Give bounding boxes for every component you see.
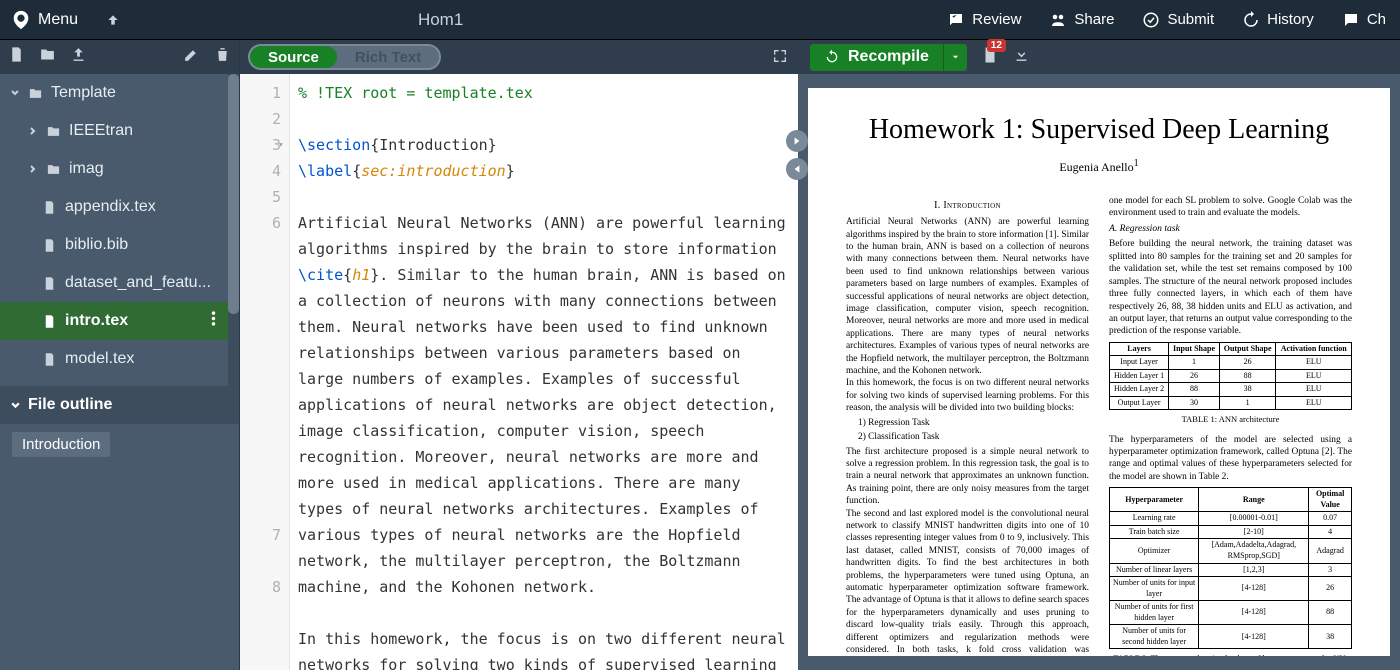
file-appendix[interactable]: appendix.tex	[0, 188, 239, 226]
submit-button[interactable]: Submit	[1128, 0, 1228, 39]
pdf-pane: Recompile 12 Homework 1: Supervised Deep…	[798, 40, 1400, 670]
chat-button[interactable]: Ch	[1328, 0, 1400, 39]
pdf-title: Homework 1: Supervised Deep Learning	[846, 114, 1352, 146]
pdf-table-1: LayersInput ShapeOutput ShapeActivation …	[1109, 342, 1352, 411]
expand-editor-icon[interactable]	[772, 48, 788, 69]
collapse-right-icon[interactable]	[786, 130, 808, 152]
file-outline-header[interactable]: File outline	[0, 386, 239, 424]
top-actions: Review Share Submit History Ch	[933, 0, 1400, 39]
share-button[interactable]: Share	[1035, 0, 1128, 39]
split-handle[interactable]	[786, 130, 808, 180]
left-sidebar: Template IEEEtran imag appendix.tex bibl…	[0, 40, 240, 670]
outline-body: Introduction	[0, 424, 239, 670]
project-title[interactable]: Hom1	[128, 10, 933, 30]
file-intro-active[interactable]: intro.tex	[0, 302, 239, 340]
editor-pane: Source Rich Text 1 2 3 4 5 6 7 8 9 10	[240, 40, 798, 670]
chat-label: Ch	[1367, 11, 1386, 28]
back-to-projects-icon[interactable]	[98, 13, 128, 27]
file-biblio[interactable]: biblio.bib	[0, 226, 239, 264]
share-label: Share	[1074, 11, 1114, 28]
pdf-col-right: one model for each SL problem to solve. …	[1109, 195, 1352, 656]
top-bar: Menu Hom1 Review Share Submit History Ch	[0, 0, 1400, 40]
upload-icon[interactable]	[70, 46, 87, 68]
menu-button[interactable]: Menu	[38, 11, 78, 29]
new-folder-icon[interactable]	[39, 46, 56, 68]
history-button[interactable]: History	[1228, 0, 1328, 39]
code-editor[interactable]: 1 2 3 4 5 6 7 8 9 10 % !TEX root = templ…	[240, 74, 798, 670]
review-label: Review	[972, 11, 1021, 28]
folder-ieeetran[interactable]: IEEEtran	[0, 112, 239, 150]
download-pdf-icon[interactable]	[1013, 46, 1030, 68]
logs-button[interactable]: 12	[981, 46, 999, 69]
compile-bar: Recompile 12	[798, 40, 1400, 74]
recompile-dropdown-icon[interactable]	[943, 44, 967, 71]
file-dataset[interactable]: dataset_and_featu...	[0, 264, 239, 302]
mode-bar: Source Rich Text	[240, 40, 798, 74]
pdf-viewer[interactable]: Homework 1: Supervised Deep Learning Eug…	[798, 74, 1400, 670]
line-gutter: 1 2 3 4 5 6 7 8 9 10	[240, 74, 290, 670]
error-count-badge: 12	[987, 39, 1006, 52]
collapse-left-icon[interactable]	[786, 158, 808, 180]
rich-text-mode-button[interactable]: Rich Text	[337, 46, 439, 68]
mode-toggle: Source Rich Text	[248, 44, 441, 70]
folder-template[interactable]: Template	[0, 74, 239, 112]
outline-item-introduction[interactable]: Introduction	[12, 432, 110, 457]
code-content[interactable]: % !TEX root = template.tex \section{Intr…	[290, 74, 798, 670]
file-menu-icon[interactable]	[206, 311, 221, 331]
file-tree: Template IEEEtran imag appendix.tex bibl…	[0, 74, 239, 386]
source-mode-button[interactable]: Source	[250, 46, 337, 68]
file-model[interactable]: model.tex	[0, 340, 239, 378]
tree-scrollbar[interactable]	[228, 74, 239, 386]
submit-label: Submit	[1167, 11, 1214, 28]
pdf-page: Homework 1: Supervised Deep Learning Eug…	[808, 88, 1390, 656]
rename-icon[interactable]	[183, 46, 200, 68]
pdf-author: Eugenia Anello1	[846, 158, 1352, 175]
overleaf-logo-icon[interactable]	[10, 9, 32, 31]
folder-imag[interactable]: imag	[0, 150, 239, 188]
file-toolbar	[0, 40, 239, 74]
history-label: History	[1267, 11, 1314, 28]
pdf-table-2: HyperparameterRangeOptimal Value Learnin…	[1109, 487, 1352, 649]
review-button[interactable]: Review	[933, 0, 1035, 39]
new-file-icon[interactable]	[8, 46, 25, 68]
pdf-col-left: I. Introduction Artificial Neural Networ…	[846, 195, 1089, 656]
recompile-button[interactable]: Recompile	[810, 44, 967, 71]
delete-icon[interactable]	[214, 46, 231, 68]
